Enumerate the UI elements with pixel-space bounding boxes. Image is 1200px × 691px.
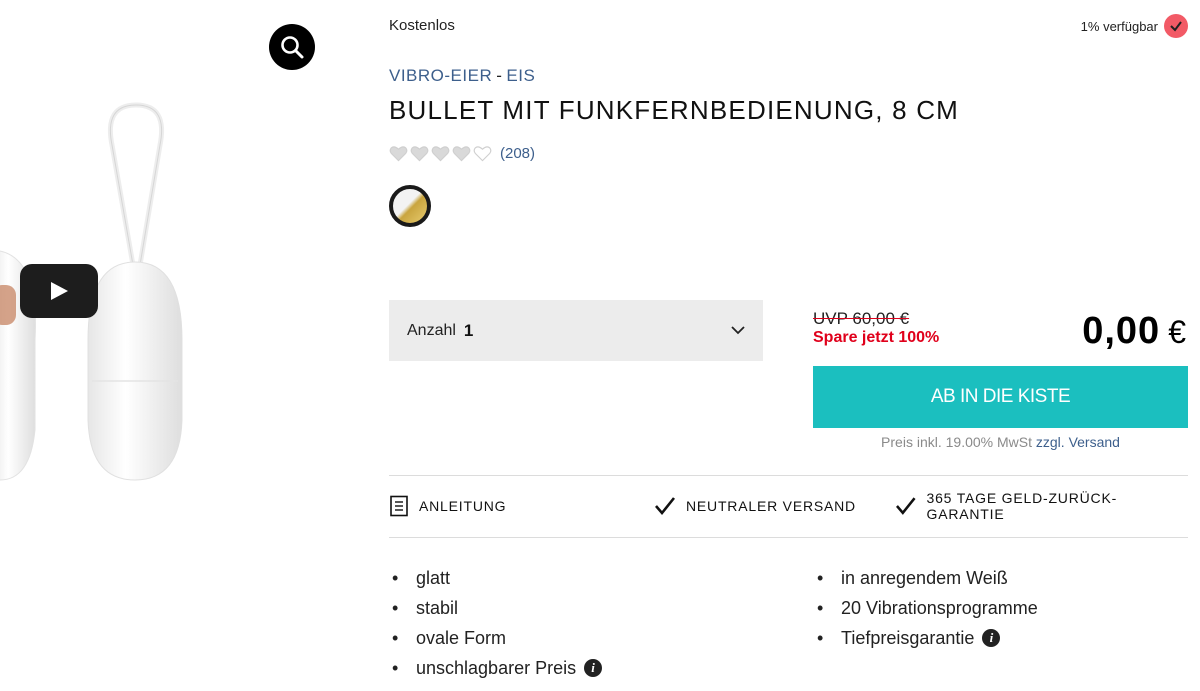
list-item: Tiefpreisgarantie i — [817, 623, 1038, 653]
color-swatch-white-gold[interactable] — [389, 185, 431, 227]
product-rating[interactable]: (208) — [389, 144, 535, 162]
breadcrumb-separator: - — [496, 66, 503, 85]
chevron-down-icon — [731, 322, 745, 340]
product-image[interactable] — [0, 0, 330, 691]
add-to-cart-button[interactable]: AB IN DIE KISTE — [813, 366, 1188, 428]
neutral-shipping-label: NEUTRALER VERSAND — [686, 498, 856, 514]
list-item-text: ovale Form — [416, 627, 507, 648]
product-title: BULLET MIT FUNKFERNBEDIENUNG, 8 CM — [389, 95, 960, 125]
review-count-link[interactable]: (208) — [500, 145, 535, 162]
shipping-link[interactable]: zzgl. Versand — [1036, 434, 1120, 450]
divider-top — [389, 475, 1188, 476]
info-icon[interactable]: i — [982, 629, 1001, 647]
check-icon — [1164, 14, 1188, 38]
list-item: 20 Vibrationsprogramme — [817, 593, 1038, 623]
list-item: stabil — [392, 593, 602, 623]
quantity-select[interactable]: Anzahl 1 — [389, 300, 763, 361]
breadcrumb-category[interactable]: VIBRO-EIER — [389, 66, 492, 85]
zoom-button[interactable] — [269, 24, 315, 70]
savings-text: Spare jetzt 100% — [813, 329, 940, 346]
rating-hearts — [389, 144, 492, 162]
list-item-text: glatt — [416, 567, 451, 588]
heart-filled-icon — [389, 146, 408, 162]
feature-list-right: in anregendem Weiß 20 Vibrationsprogramm… — [817, 563, 1038, 653]
price: 0,00 € — [1082, 310, 1186, 353]
checkmark-icon — [655, 497, 676, 516]
heart-filled-icon — [410, 146, 429, 162]
feature-neutral-shipping: NEUTRALER VERSAND — [654, 490, 856, 522]
heart-filled-icon — [452, 146, 471, 162]
shipping-note: Kostenlos — [389, 17, 455, 34]
availability-text: 1% verfügbar — [1080, 18, 1158, 34]
tax-note: Preis inkl. 19.00% MwSt zzgl. Versand — [813, 434, 1188, 450]
list-item: glatt — [392, 563, 602, 593]
price-currency: € — [1168, 314, 1186, 350]
price-amount: 0,00 — [1082, 310, 1161, 352]
quantity-label: Anzahl — [407, 321, 456, 339]
list-item: unschlagbarer Preis i — [392, 653, 603, 683]
list-item: ovale Form — [392, 623, 602, 653]
divider-bottom — [389, 537, 1188, 538]
info-icon[interactable]: i — [584, 659, 603, 677]
availability-indicator: 1% verfügbar — [1081, 14, 1188, 38]
play-icon — [51, 282, 68, 300]
manual-label: ANLEITUNG — [419, 498, 507, 514]
manual-link[interactable]: ANLEITUNG — [389, 490, 506, 522]
money-back-label: 365 TAGE GELD-ZURÜCK-GARANTIE — [926, 490, 1118, 522]
checkmark-icon — [895, 497, 916, 515]
quantity-value: 1 — [463, 320, 474, 340]
list-item-text: 20 Vibrationsprogramme — [841, 597, 1038, 618]
list-item: in anregendem Weiß — [817, 563, 1038, 593]
breadcrumb: VIBRO-EIER - EIS — [389, 66, 535, 86]
list-item-text: Tiefpreisgarantie — [841, 627, 975, 648]
heart-empty-icon — [473, 146, 492, 162]
feature-money-back: 365 TAGE GELD-ZURÜCK-GARANTIE — [895, 490, 1189, 522]
document-icon — [390, 495, 408, 517]
list-item-text: in anregendem Weiß — [841, 567, 1008, 588]
tax-text: Preis inkl. 19.00% MwSt — [881, 434, 1032, 450]
heart-filled-icon — [431, 146, 450, 162]
breadcrumb-subcategory[interactable]: EIS — [506, 66, 535, 85]
feature-list-left: glatt stabil ovale Form unschlagbarer Pr… — [392, 563, 603, 683]
magnifier-icon — [281, 36, 304, 59]
video-play-button[interactable] — [20, 264, 98, 318]
list-item-text: unschlagbarer Preis — [416, 657, 577, 678]
list-item-text: stabil — [416, 597, 459, 618]
product-image-gallery[interactable] — [0, 0, 330, 691]
feature-row: ANLEITUNG NEUTRALER VERSAND 365 TAGE GEL… — [389, 490, 1189, 522]
uvp-price: UVP 60,00 € — [813, 309, 910, 328]
